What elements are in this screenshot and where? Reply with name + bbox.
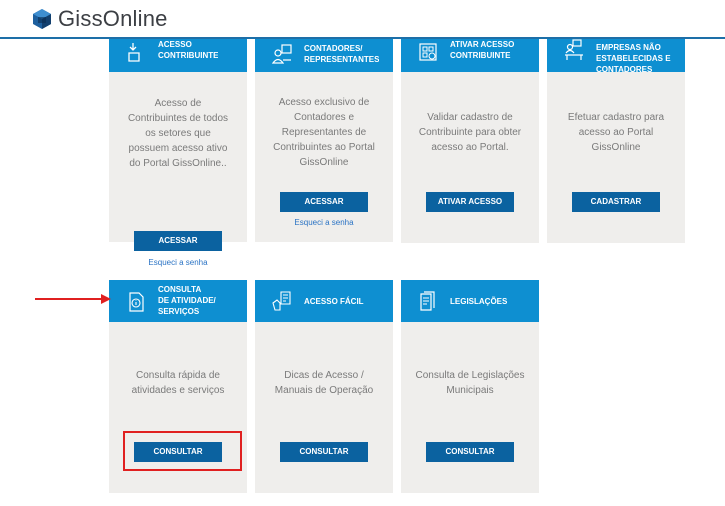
- card-title: Acesso Fácil: [304, 297, 364, 306]
- card-description: Validar cadastro de Contribuinte para ob…: [418, 112, 522, 153]
- card-title: Consulta de atividade/ serviços: [158, 285, 216, 316]
- annotation-arrow-icon: [35, 294, 111, 304]
- card-title: Ativar Acesso Contribuinte: [450, 40, 515, 60]
- top-header: GissOnline: [0, 0, 725, 38]
- acessar-button[interactable]: ACESSAR: [280, 192, 368, 212]
- card-description: Consulta rápida de atividades e serviços: [131, 370, 225, 396]
- card-title: Acesso Contribuinte: [158, 40, 219, 60]
- card-acesso-facil: Acesso Fácil Dicas de Acesso / Manuais d…: [255, 280, 393, 493]
- card-description: Dicas de Acesso / Manuais de Operação: [274, 370, 374, 396]
- acessar-button[interactable]: ACESSAR: [134, 231, 222, 251]
- legislation-book-icon: [420, 291, 435, 311]
- annotation-highlight-box: [123, 431, 242, 471]
- card-title: Legislações: [450, 297, 508, 306]
- logo-text: GissOnline: [58, 6, 168, 31]
- card-description: Acesso de Contribuintes de todos os seto…: [127, 98, 229, 169]
- card-description: Acesso exclusivo de Contadores e Represe…: [273, 97, 375, 168]
- card-title: Empresas não estabelecidas e contadores: [596, 43, 671, 72]
- door-enter-icon: [128, 43, 140, 62]
- gissonline-logo[interactable]: GissOnline: [32, 6, 168, 32]
- card-legislacoes: Legislações Consulta de Legislações Muni…: [401, 280, 539, 493]
- accountant-icon: [271, 44, 292, 64]
- card-title: Contadores/ Representantes: [304, 44, 380, 64]
- consultar-button[interactable]: CONSULTAR: [426, 442, 514, 462]
- cube-logo-icon: [33, 9, 51, 29]
- card-description: Consulta de Legislações Municipais: [415, 370, 525, 396]
- card-ativar-acesso: Ativar Acesso Contribuinte Validar cadas…: [401, 39, 539, 243]
- forgot-password-link[interactable]: Esqueci a senha: [109, 258, 247, 267]
- card-acesso-contribuinte: Acesso Contribuinte Acesso de Contribuin…: [109, 39, 247, 267]
- cadastrar-button[interactable]: CADASTRAR: [572, 192, 660, 212]
- consultar-button[interactable]: CONSULTAR: [280, 442, 368, 462]
- document-info-icon: [129, 292, 144, 312]
- forgot-password-link[interactable]: Esqueci a senha: [255, 218, 393, 227]
- company-desk-icon: [565, 39, 583, 60]
- card-contadores-representantes: Contadores/ Representantes Acesso exclus…: [255, 39, 393, 242]
- card-empresas-nao-estabelecidas: Empresas não estabelecidas e contadores …: [547, 39, 685, 243]
- qr-activate-icon: [419, 43, 437, 61]
- card-description: Efetuar cadastro para acesso ao Portal G…: [567, 112, 665, 153]
- hand-document-icon: [272, 291, 291, 311]
- ativar-acesso-button[interactable]: ATIVAR ACESSO: [426, 192, 514, 212]
